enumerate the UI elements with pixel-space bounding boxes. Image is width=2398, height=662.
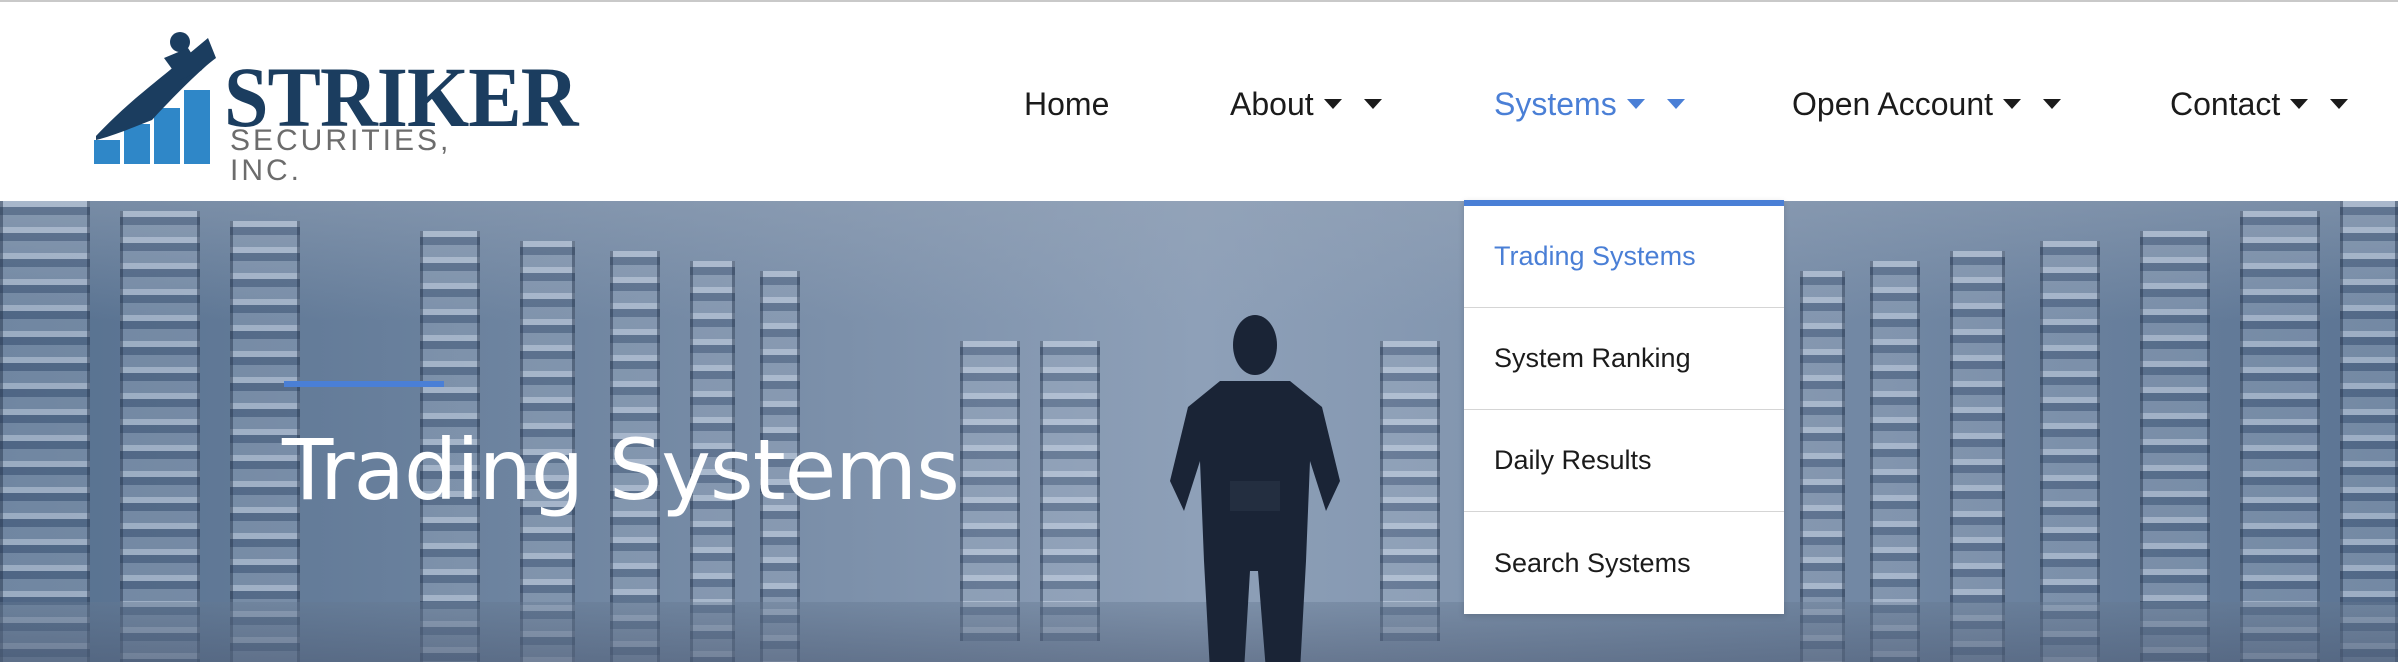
server-rack bbox=[1380, 341, 1440, 641]
nav-item-about[interactable]: About bbox=[1230, 82, 1382, 126]
server-rack bbox=[960, 341, 1020, 641]
chevron-down-icon bbox=[2330, 99, 2349, 109]
dropdown-item-label: Search Systems bbox=[1494, 547, 1691, 578]
nav-item-contact[interactable]: Contact bbox=[2170, 82, 2349, 126]
server-rack bbox=[2340, 201, 2398, 662]
chevron-down-icon bbox=[2290, 99, 2309, 109]
chevron-down-icon bbox=[2003, 99, 2022, 109]
logo-subtitle: SECURITIES, INC. bbox=[230, 124, 452, 187]
page-title: Trading Systems bbox=[282, 421, 960, 519]
nav-item-open-account[interactable]: Open Account bbox=[1792, 82, 2062, 126]
nav-label-contact: Contact bbox=[2170, 85, 2281, 122]
hero-accent-line bbox=[284, 381, 444, 387]
chevron-down-icon bbox=[1323, 99, 1342, 109]
nav-label-about: About bbox=[1230, 85, 1314, 122]
nav-item-systems[interactable]: Systems bbox=[1494, 82, 1685, 126]
chevron-down-icon bbox=[1666, 99, 1685, 109]
server-rack bbox=[2140, 231, 2210, 662]
chevron-down-icon bbox=[2043, 99, 2062, 109]
server-rack bbox=[0, 201, 90, 662]
dropdown-item-label: Trading Systems bbox=[1494, 241, 1696, 271]
logo-mark-icon bbox=[94, 32, 216, 164]
dropdown-item-label: Daily Results bbox=[1494, 445, 1652, 475]
server-rack bbox=[1040, 341, 1100, 641]
nav-label-systems: Systems bbox=[1494, 85, 1617, 122]
server-rack bbox=[1950, 251, 2005, 662]
chevron-down-icon bbox=[1626, 99, 1645, 109]
nav-label-home: Home bbox=[1024, 85, 1110, 122]
dropdown-item-label: System Ranking bbox=[1494, 343, 1691, 373]
chevron-down-icon bbox=[1363, 99, 1382, 109]
server-rack bbox=[2240, 211, 2320, 662]
systems-dropdown-menu: Trading Systems System Ranking Daily Res… bbox=[1464, 200, 1784, 614]
server-rack bbox=[120, 211, 200, 662]
dropdown-item-daily-results[interactable]: Daily Results bbox=[1464, 410, 1784, 512]
dropdown-item-search-systems[interactable]: Search Systems bbox=[1464, 512, 1784, 614]
hero-ceiling bbox=[0, 201, 2398, 321]
hero-banner: Trading Systems bbox=[0, 201, 2398, 662]
businessman-silhouette-icon bbox=[1170, 315, 1340, 662]
logo[interactable]: STRIKER SECURITIES, INC. bbox=[92, 28, 578, 186]
site-header: STRIKER SECURITIES, INC. Home About Syst… bbox=[0, 2, 2398, 201]
nav-item-home[interactable]: Home bbox=[1024, 82, 1109, 126]
dropdown-item-trading-systems[interactable]: Trading Systems bbox=[1464, 206, 1784, 308]
nav-label-open-account: Open Account bbox=[1792, 85, 1994, 122]
dropdown-item-system-ranking[interactable]: System Ranking bbox=[1464, 308, 1784, 410]
server-rack bbox=[2040, 241, 2100, 662]
